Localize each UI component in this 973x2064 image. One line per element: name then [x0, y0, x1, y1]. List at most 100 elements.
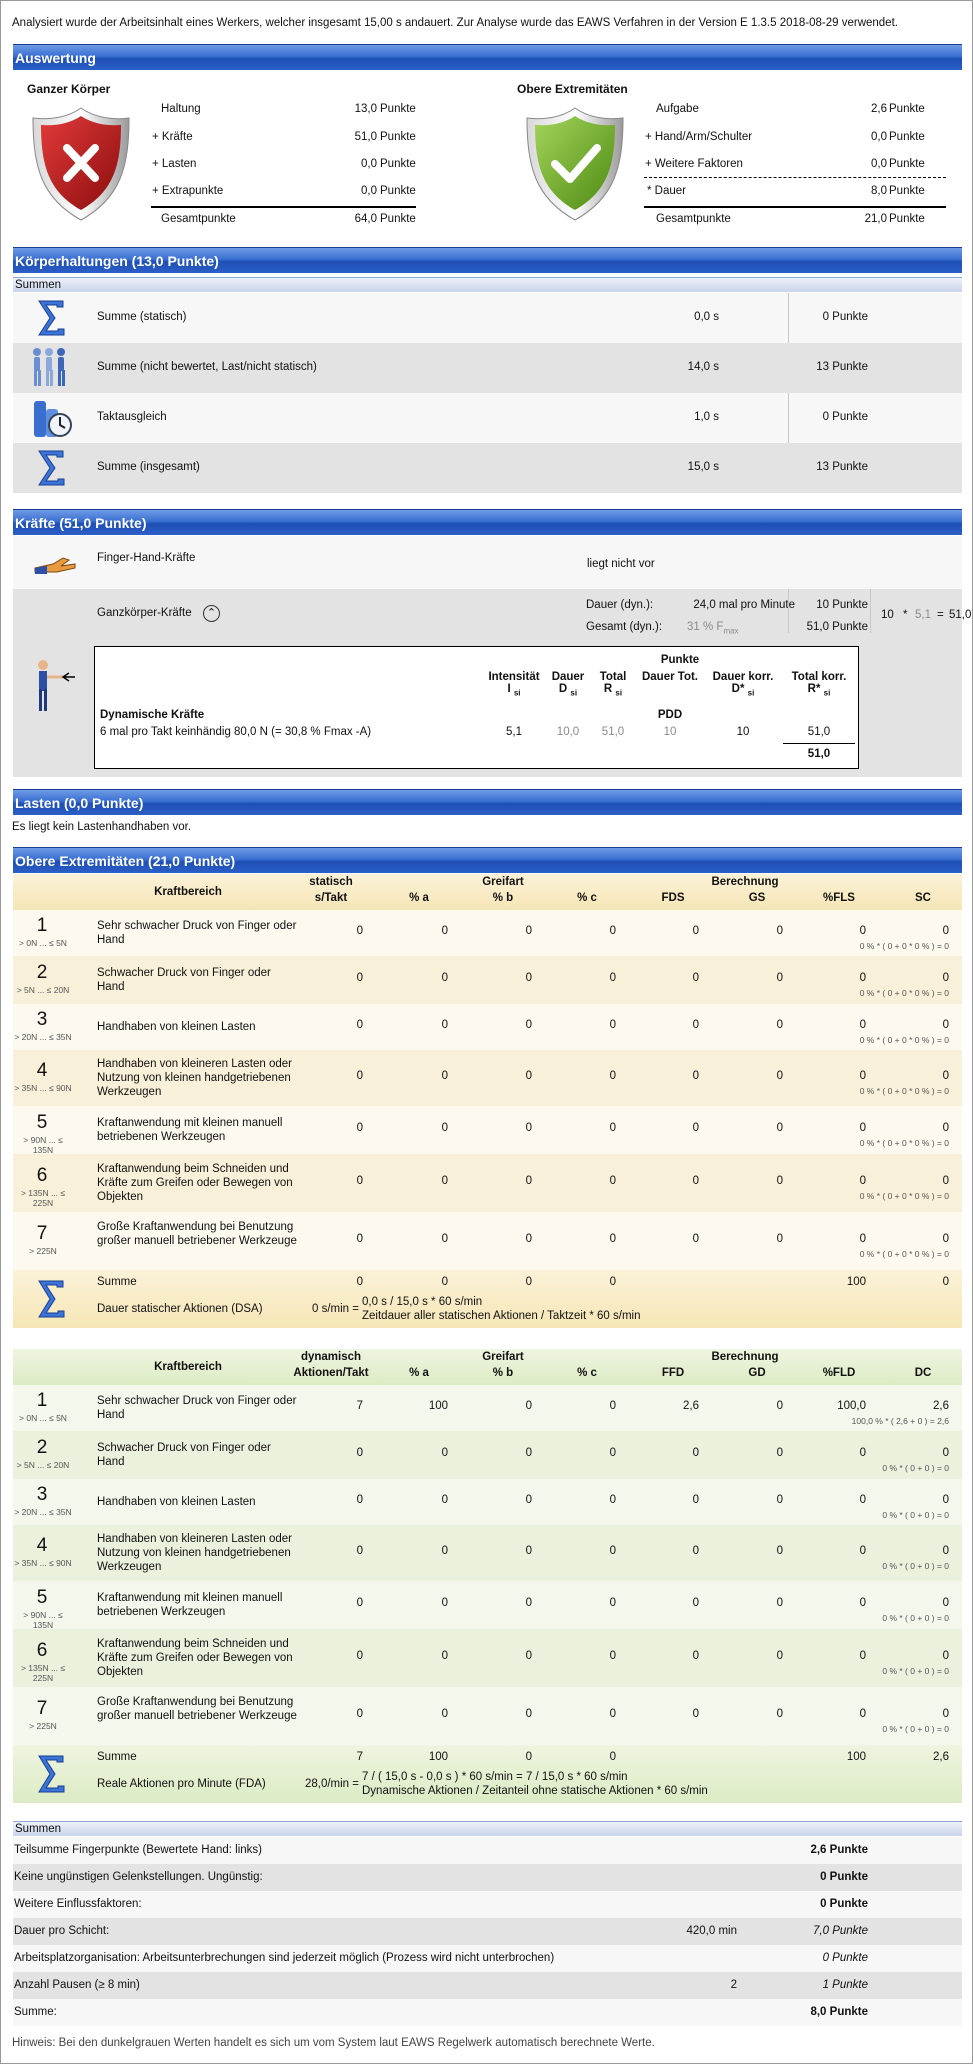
hand-force-icon: [33, 552, 79, 579]
col-header: % c: [577, 1367, 597, 1379]
posture-row: Summe (insgesamt) 15,0 s 13 Punkte: [13, 443, 962, 493]
intro-text: Analysiert wurde der Arbeitsinhalt eines…: [12, 17, 898, 29]
cell: 0: [942, 1545, 949, 1557]
summen-value: 2,6 Punkte: [810, 1844, 868, 1856]
foot-value: 0 s/min =: [312, 1303, 359, 1315]
summen-row: Summe: 8,0 Punkte: [13, 1999, 962, 2026]
summen-label: Dauer pro Schicht:: [14, 1925, 110, 1937]
formula: 0 % * ( 0 + 0 * 0 % ) = 0: [859, 1086, 949, 1096]
total-label: Gesamtpunkte: [656, 213, 731, 225]
col-header: Berechnung: [711, 1351, 779, 1363]
cell: 0: [859, 1447, 866, 1459]
cell: 0: [525, 1070, 532, 1082]
cell: 0: [776, 1400, 783, 1412]
col-header: GD: [748, 1367, 766, 1379]
table-header: Kraftbereich statisch s/Takt Greifart % a % b…: [13, 874, 962, 910]
summen-value: 1 Punkte: [822, 1979, 868, 1991]
cell: 0: [356, 1019, 363, 1031]
row-time: 1,0 s: [694, 411, 719, 423]
cell: 0: [356, 1175, 363, 1187]
cell: 0: [692, 1494, 699, 1506]
col-header: % a: [409, 892, 429, 904]
section-label: Dynamische Kräfte: [100, 709, 205, 721]
summen-row: Dauer pro Schicht: 420,0 min 7,0 Punkte: [13, 1918, 962, 1945]
finger-hand-status: liegt nicht vor: [587, 558, 655, 570]
range-number: 3: [36, 1009, 48, 1030]
cell: 0: [776, 1597, 783, 1609]
cell: 0: [692, 925, 699, 937]
cell: 0: [776, 1122, 783, 1134]
summen-label: Keine ungünstigen Gelenkstellungen. Ungü…: [14, 1871, 263, 1883]
cell: 0: [859, 1175, 866, 1187]
total-value: 21,0: [864, 213, 887, 225]
range-label: Kraftanwendung beim Schneiden und Kräfte…: [97, 1163, 293, 1203]
ganzkoerper-row: Ganzkörper-Kräfte ⌃ Dauer (dyn.): 24,0 m…: [13, 589, 971, 777]
col-header: Berechnung: [711, 876, 779, 888]
score-unit: Punkte: [889, 131, 925, 143]
range-number: 7: [36, 1223, 48, 1244]
cell: 0: [609, 1708, 616, 1720]
range-number: 4: [36, 1535, 48, 1556]
report-window: Analysiert wurde der Arbeitsinhalt eines…: [0, 0, 973, 2064]
cell: 0: [692, 1597, 699, 1609]
cell: 0: [356, 1545, 363, 1557]
total-divider: [151, 206, 416, 208]
cell: 0: [692, 1650, 699, 1662]
range-text: > 225N: [29, 1721, 57, 1731]
range-label: Kraftanwendung mit kleinen manuell betri…: [97, 1117, 283, 1143]
cell: 0: [356, 1447, 363, 1459]
summen-label: Teilsumme Fingerpunkte (Bewertete Hand: …: [14, 1844, 262, 1856]
col-header: Dauer D si: [551, 671, 585, 698]
range-number: 1: [36, 915, 48, 936]
score-value: 8,0: [871, 185, 887, 197]
cell: 0: [859, 1019, 866, 1031]
cell: 0: [441, 1175, 448, 1187]
force-range-row: 5 > 90N ... ≤ 135N Kraftanwendung mit klei…: [13, 1581, 962, 1630]
foot-formula: 0,0 s / 15,0 s * 60 s/min: [362, 1296, 483, 1308]
col-header: FFD: [661, 1367, 685, 1379]
cell: 0: [692, 1447, 699, 1459]
sum-cell: 0: [609, 1751, 616, 1763]
score-unit: Punkte: [380, 185, 416, 197]
gesamt-points: 51,0 Punkte: [806, 621, 868, 633]
cell: 0: [776, 972, 783, 984]
cell: 0: [356, 972, 363, 984]
gesamt-value: 31 % Fmax: [687, 621, 739, 636]
row-points: 13 Punkte: [816, 361, 868, 373]
score-value: 0,0: [871, 158, 887, 170]
sum-cell: 100: [846, 1751, 866, 1763]
sum-cell: 0: [525, 1751, 532, 1763]
formula: 0 % * ( 0 + 0 ) = 0: [882, 1666, 949, 1676]
obere-extremitaeten-title: Obere Extremitäten: [517, 82, 628, 96]
lasten-text: Es liegt kein Lastenhandhaben vor.: [12, 821, 192, 833]
row-label: Summe (statisch): [97, 311, 187, 323]
summen-value: 8,0 Punkte: [810, 2006, 868, 2018]
col-header: statisch: [309, 876, 353, 888]
force-range-row: 1 > 0N ... ≤ 5N Sehr schwacher Druck von F…: [13, 910, 962, 956]
pushing-person-icon: [33, 659, 77, 716]
sum-label: Summe: [97, 1276, 137, 1288]
collapse-button[interactable]: ⌃: [203, 605, 220, 622]
score-label: Aufgabe: [656, 103, 699, 115]
formula: 0 % * ( 0 + 0 * 0 % ) = 0: [859, 988, 949, 998]
cell: 0: [525, 1650, 532, 1662]
score-value: 51,0: [354, 131, 377, 143]
summen-value: 7,0 Punkte: [813, 1925, 868, 1937]
gesamt-label: Gesamt (dyn.):: [586, 621, 663, 633]
formula: 0 % * ( 0 + 0 ) = 0: [882, 1724, 949, 1734]
score-value: 0,0: [871, 131, 887, 143]
row-time: 0,0 s: [694, 311, 719, 323]
sum-block: Summe 7 100 0 0 100 2,6 Reale Aktionen pro Minu…: [13, 1745, 962, 1803]
cell: 0: [776, 1650, 783, 1662]
total-label: Gesamtpunkte: [161, 213, 236, 225]
summen-row: Weitere Einflussfaktoren: 0 Punkte: [13, 1891, 962, 1918]
cell: 0: [859, 1070, 866, 1082]
cell: 0: [525, 1400, 532, 1412]
summen-value: 0 Punkte: [820, 1871, 868, 1883]
range-label: Schwacher Druck von Finger oder Hand: [97, 967, 271, 993]
section-header-lasten: Lasten (0,0 Punkte): [13, 789, 962, 815]
col-header: s/Takt: [314, 892, 348, 904]
range-label: Kraftanwendung mit kleinen manuell betri…: [97, 1592, 283, 1618]
force-range-row: 4 > 35N ... ≤ 90N Handhaben von kleineren …: [13, 1050, 962, 1106]
cell: 10,0: [556, 726, 580, 738]
